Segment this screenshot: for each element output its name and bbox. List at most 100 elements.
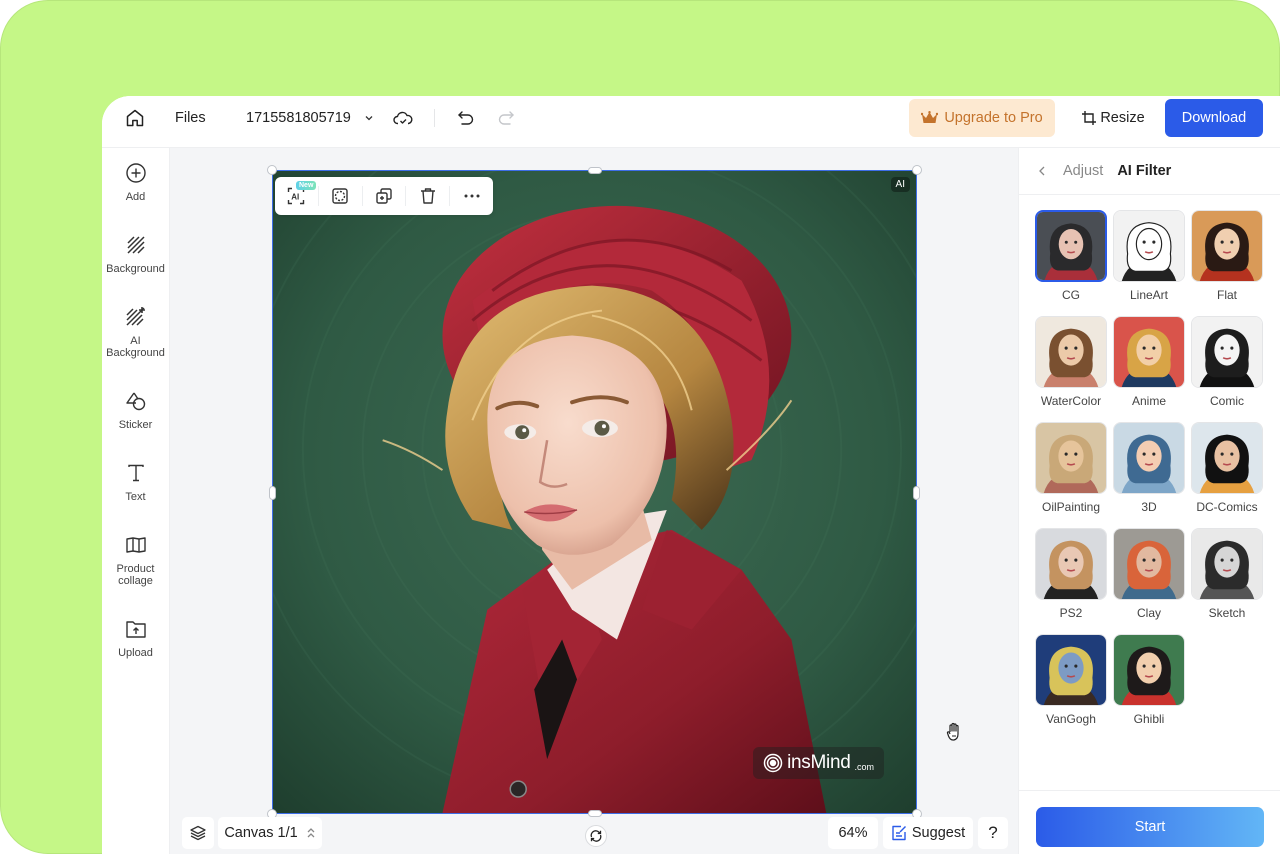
panel-footer: Start	[1019, 790, 1280, 854]
filter-option-ps2[interactable]: PS2	[1034, 528, 1108, 620]
resize-handle-left[interactable]	[269, 486, 276, 500]
redo-button[interactable]	[496, 96, 516, 140]
sidebar-item-label: Upload	[118, 647, 153, 659]
watermark-suffix: .com	[854, 761, 874, 772]
text-icon	[125, 462, 147, 484]
canvas-page-selector[interactable]: Canvas 1/1	[218, 817, 322, 849]
canvas-area: AI New AI insMind .com Canvas 1/1 64% Su…	[170, 148, 1018, 854]
sidebar-item-ai-background[interactable]: AI Background	[102, 306, 169, 359]
sidebar-item-upload[interactable]: Upload	[102, 618, 169, 659]
suggest-edit-icon	[892, 825, 906, 841]
filter-option-flat[interactable]: Flat	[1190, 210, 1264, 302]
new-badge: New	[296, 181, 317, 190]
canvas-page-label: Canvas 1/1	[224, 825, 298, 841]
filter-label: Sketch	[1208, 606, 1246, 620]
zoom-level-button[interactable]: 64%	[828, 817, 878, 849]
filter-option-ghibli[interactable]: Ghibli	[1112, 634, 1186, 726]
sidebar-item-label: Background	[106, 263, 165, 275]
start-button[interactable]: Start	[1036, 807, 1264, 847]
filter-label: PS2	[1059, 606, 1083, 620]
resize-handle-top-left[interactable]	[267, 165, 277, 175]
filter-thumbnail	[1113, 528, 1185, 600]
panel-title: AI Filter	[1117, 163, 1172, 179]
sidebar-item-product-collage[interactable]: Product collage	[102, 534, 169, 587]
back-button[interactable]	[1037, 165, 1049, 177]
upgrade-to-pro-button[interactable]: Upgrade to Pro	[909, 99, 1055, 137]
filter-label: CG	[1062, 288, 1080, 302]
sidebar-item-add[interactable]: Add	[102, 162, 169, 203]
sidebar-item-sticker[interactable]: Sticker	[102, 390, 169, 431]
duplicate-button[interactable]	[363, 177, 406, 215]
duplicate-icon	[376, 188, 392, 204]
filter-thumbnail	[1035, 422, 1107, 494]
filter-option-vangogh[interactable]: VanGogh	[1034, 634, 1108, 726]
sidebar-item-background[interactable]: Background	[102, 234, 169, 275]
resize-button[interactable]: Resize	[1077, 99, 1149, 137]
filter-thumbnail	[1191, 210, 1263, 282]
filter-thumbnail	[1113, 634, 1185, 706]
remove-background-button[interactable]	[319, 177, 362, 215]
selected-image[interactable]: AI New AI insMind .com	[267, 165, 922, 819]
filter-option-comic[interactable]: Comic	[1190, 316, 1264, 408]
ai-generated-tag: AI	[890, 177, 910, 192]
help-button[interactable]: ?	[978, 817, 1008, 849]
filter-option-clay[interactable]: Clay	[1112, 528, 1186, 620]
sidebar-item-text[interactable]: Text	[102, 462, 169, 503]
filter-option-dc-comics[interactable]: DC-Comics	[1190, 422, 1264, 514]
delete-button[interactable]	[406, 177, 449, 215]
files-menu[interactable]: Files	[175, 96, 206, 140]
editor-window: Files 1715581805719 Upgrade to Pro Resiz…	[102, 96, 1280, 854]
portrait-photo	[273, 171, 916, 813]
file-name-dropdown[interactable]: 1715581805719	[246, 96, 375, 140]
cloud-save-button[interactable]	[392, 96, 414, 140]
home-button[interactable]	[122, 96, 148, 140]
hatch-icon	[125, 234, 147, 256]
redo-icon	[498, 111, 514, 125]
sidebar-item-label: AI Background	[106, 335, 165, 359]
resize-handle-top[interactable]	[588, 167, 602, 174]
suggest-button[interactable]: Suggest	[883, 817, 973, 849]
resize-handle-bottom[interactable]	[588, 810, 602, 817]
resize-label: Resize	[1100, 110, 1145, 126]
resize-handle-top-right[interactable]	[912, 165, 922, 175]
filter-thumbnail	[1035, 210, 1107, 282]
upload-folder-icon	[125, 618, 147, 640]
trash-icon	[420, 188, 435, 204]
download-button[interactable]: Download	[1165, 99, 1263, 137]
filter-label: LineArt	[1129, 288, 1169, 302]
home-icon	[126, 109, 144, 127]
layers-icon	[190, 825, 206, 841]
refresh-button[interactable]	[585, 825, 607, 847]
more-options-button[interactable]	[450, 177, 493, 215]
filter-option-anime[interactable]: Anime	[1112, 316, 1186, 408]
file-name: 1715581805719	[246, 110, 351, 126]
filter-thumbnail	[1191, 316, 1263, 388]
insmind-logo-icon	[763, 753, 783, 773]
more-horizontal-icon	[464, 194, 480, 198]
breadcrumb-adjust[interactable]: Adjust	[1063, 163, 1103, 179]
ai-hatch-icon	[125, 306, 147, 328]
filter-label: 3D	[1141, 500, 1157, 514]
filter-thumbnail	[1113, 316, 1185, 388]
resize-handle-right[interactable]	[913, 486, 920, 500]
filter-option-oilpainting[interactable]: OilPainting	[1034, 422, 1108, 514]
toolbar-divider	[434, 109, 435, 127]
cutout-icon	[332, 188, 348, 204]
undo-button[interactable]	[456, 96, 476, 140]
ai-tools-button[interactable]: AI New	[275, 177, 318, 215]
filter-option-3d[interactable]: 3D	[1112, 422, 1186, 514]
filter-option-lineart[interactable]: LineArt	[1112, 210, 1186, 302]
watermark-brand: insMind	[787, 752, 851, 773]
panel-header: Adjust AI Filter	[1019, 148, 1280, 195]
hand-cursor-icon	[946, 722, 959, 741]
filter-thumbnail	[1035, 316, 1107, 388]
filter-label: DC-Comics	[1196, 500, 1258, 514]
sticker-icon	[125, 390, 147, 412]
top-bar: Files 1715581805719 Upgrade to Pro Resiz…	[102, 96, 1280, 148]
filter-option-watercolor[interactable]: WaterColor	[1034, 316, 1108, 408]
layers-button[interactable]	[182, 817, 214, 849]
insmind-watermark: insMind .com	[753, 747, 884, 779]
filter-option-sketch[interactable]: Sketch	[1190, 528, 1264, 620]
filter-thumbnail	[1191, 528, 1263, 600]
filter-option-cg[interactable]: CG	[1034, 210, 1108, 302]
